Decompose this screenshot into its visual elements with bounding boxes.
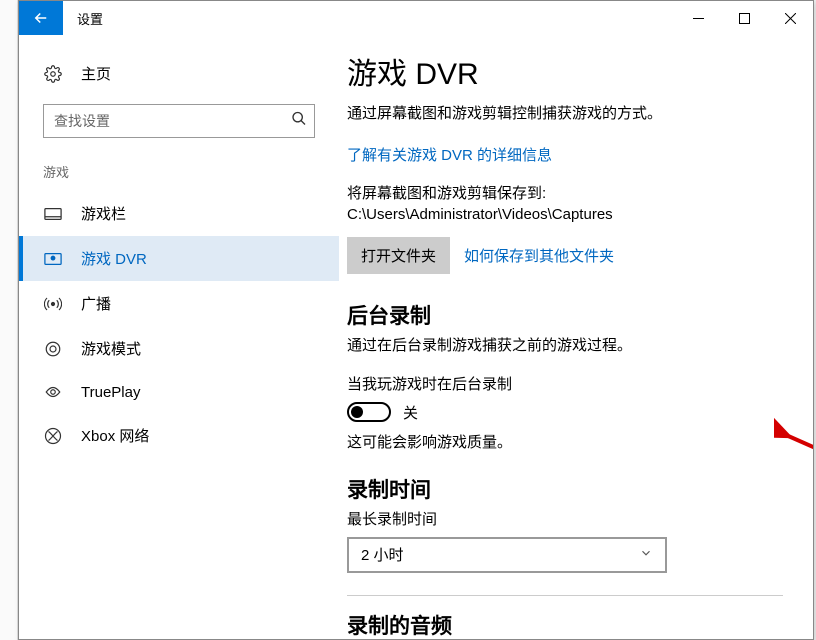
game-bar-icon xyxy=(43,207,63,221)
open-folder-button[interactable]: 打开文件夹 xyxy=(347,237,450,274)
gear-icon xyxy=(43,65,63,83)
nav-label: 游戏模式 xyxy=(81,338,141,359)
trueplay-icon xyxy=(43,383,63,401)
game-mode-icon xyxy=(43,340,63,358)
save-path-text: 将屏幕截图和游戏剪辑保存到: C:\Users\Administrator\Vi… xyxy=(347,183,783,225)
background-toggle-label: 当我玩游戏时在后台录制 xyxy=(347,373,783,394)
background-record-toggle[interactable] xyxy=(347,402,391,422)
max-record-time-select[interactable]: 2 小时 xyxy=(347,537,667,573)
learn-more-link[interactable]: 了解有关游戏 DVR 的详细信息 xyxy=(347,144,783,165)
background-record-heading: 后台录制 xyxy=(347,300,783,330)
page-subtitle: 通过屏幕截图和游戏剪辑控制捕获游戏的方式。 xyxy=(347,103,783,126)
toggle-state-text: 关 xyxy=(403,402,418,423)
nav-game-bar[interactable]: 游戏栏 xyxy=(19,191,339,236)
nav-label: Xbox 网络 xyxy=(81,425,149,446)
home-link[interactable]: 主页 xyxy=(19,53,339,94)
nav-label: 广播 xyxy=(81,293,111,314)
chevron-down-icon xyxy=(639,546,653,564)
search-input[interactable] xyxy=(43,104,315,138)
nav-xbox-network[interactable]: Xbox 网络 xyxy=(19,413,339,458)
nav-label: 游戏栏 xyxy=(81,203,126,224)
back-button[interactable] xyxy=(19,1,63,35)
nav-trueplay[interactable]: TruePlay xyxy=(19,371,339,413)
window-title: 设置 xyxy=(63,1,117,35)
search-icon xyxy=(291,111,307,132)
nav-label: TruePlay xyxy=(81,384,140,401)
content-pane: 游戏 DVR 通过屏幕截图和游戏剪辑控制捕获游戏的方式。 了解有关游戏 DVR … xyxy=(339,35,813,639)
broadcast-icon xyxy=(43,295,63,313)
xbox-icon xyxy=(43,427,63,445)
record-time-heading: 录制时间 xyxy=(347,474,783,504)
save-other-link[interactable]: 如何保存到其他文件夹 xyxy=(464,245,614,266)
settings-window: 设置 主页 xyxy=(18,0,814,640)
maximize-button[interactable] xyxy=(721,1,767,35)
background-record-note: 这可能会影响游戏质量。 xyxy=(347,431,783,452)
audio-heading: 录制的音频 xyxy=(347,610,783,640)
nav-game-mode[interactable]: 游戏模式 xyxy=(19,326,339,371)
close-button[interactable] xyxy=(767,1,813,35)
minimize-button[interactable] xyxy=(675,1,721,35)
title-bar: 设置 xyxy=(19,1,813,35)
nav-broadcast[interactable]: 广播 xyxy=(19,281,339,326)
page-title: 游戏 DVR xyxy=(347,49,783,93)
sidebar: 主页 游戏 游戏栏 xyxy=(19,35,339,639)
background-edge xyxy=(0,0,18,640)
nav-game-dvr[interactable]: 游戏 DVR xyxy=(19,236,339,281)
background-record-desc: 通过在后台录制游戏捕获之前的游戏过程。 xyxy=(347,334,783,355)
nav-label: 游戏 DVR xyxy=(81,248,147,269)
record-time-sublabel: 最长录制时间 xyxy=(347,508,783,529)
dvr-icon xyxy=(43,252,63,266)
search-box[interactable] xyxy=(43,104,315,138)
select-value: 2 小时 xyxy=(361,544,404,565)
home-label: 主页 xyxy=(81,63,111,84)
section-gaming-label: 游戏 xyxy=(19,156,339,191)
